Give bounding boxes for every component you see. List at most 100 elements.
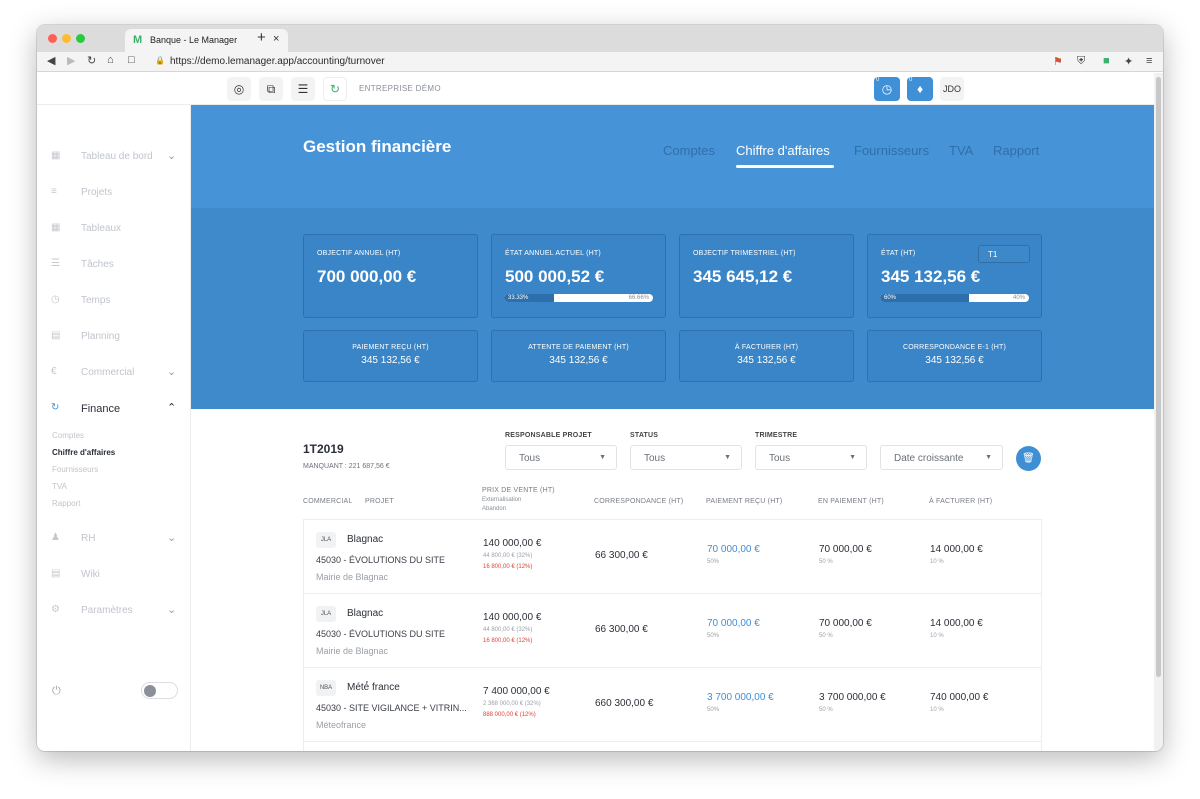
sidebar-item-planning[interactable]: ▤ Planning [51, 329, 181, 345]
caret-down-icon: ▼ [849, 454, 856, 461]
lock-icon: 🔒 [155, 56, 165, 65]
paid-value[interactable]: 70 000,00 € [707, 544, 760, 555]
sidebar-item-label: Wiki [81, 569, 100, 580]
home-icon[interactable]: ⌂ [107, 54, 114, 66]
caret-down-icon: ▼ [985, 454, 992, 461]
tab-tva[interactable]: TVA [949, 143, 973, 158]
tab-chiffre-affaires[interactable]: Chiffre d'affaires [736, 143, 830, 158]
table-row[interactable]: NBA Mété́ france 45030 - SITE VIGILANCE … [304, 668, 1041, 742]
paid-value[interactable]: 70 000,00 € [707, 618, 760, 629]
quarter-select[interactable]: T1 [978, 245, 1030, 263]
sort-select[interactable]: Date croissante ▼ [880, 445, 1003, 470]
sidebar-item-label: Temps [81, 295, 111, 306]
sidebar-item-rh[interactable]: ♟ RH ⌄ [51, 531, 181, 547]
chevron-up-icon: ⌃ [167, 402, 177, 414]
card-correspondance: CORRESPONDANCE E-1 (HT) 345 132,56 € [867, 330, 1042, 382]
sidebar-item-projets[interactable]: ≡ Projets [51, 185, 181, 201]
chevron-down-icon: ⌄ [167, 150, 177, 162]
back-icon[interactable]: ◀ [47, 54, 55, 67]
sidebar-sub-chiffre-affaires[interactable]: Chiffre d'affaires [52, 448, 115, 457]
col-header-paiement-recu: PAIEMENT REÇU (HT) [706, 498, 783, 505]
col-header-en-paiement: EN PAIEMENT (HT) [818, 498, 884, 505]
paid-value[interactable]: 3 700 000,00 € [707, 692, 774, 703]
trimestre-select[interactable]: Tous ▼ [755, 445, 867, 470]
company-logo-icon[interactable]: ↻ [323, 77, 347, 101]
notifications-button[interactable]: 0 ♦ [907, 77, 933, 101]
card-label: ÉTAT (HT) [881, 250, 916, 257]
tab-comptes[interactable]: Comptes [663, 143, 715, 158]
new-tab-button[interactable]: + [257, 29, 266, 46]
copy-icon[interactable]: ⧉ [259, 77, 283, 101]
en-paiement-value: 3 700 000,00 € [819, 692, 886, 703]
delete-filters-button[interactable]: 🗑 [1016, 446, 1041, 471]
card-objectif-trimestriel: OBJECTIF TRIMESTRIEL (HT) 345 645,12 € [679, 234, 854, 318]
client-name: Blagnac [347, 534, 384, 545]
filter-label-status: STATUS [630, 432, 659, 439]
sidebar-item-label: RH [81, 533, 96, 544]
dark-mode-toggle[interactable] [141, 682, 178, 699]
tab-rapport[interactable]: Rapport [993, 143, 1039, 158]
bookmark-icon[interactable]: □ [128, 54, 135, 66]
en-paiement-pct: 50 % [819, 559, 833, 565]
power-icon[interactable]: ⏻ [52, 685, 61, 698]
abandon-value: 16 800,00 € (12%) [483, 564, 533, 570]
tab-fournisseurs[interactable]: Fournisseurs [854, 143, 929, 158]
active-tab-indicator [736, 165, 834, 168]
externalisation-value: 44 800,00 € (32%) [483, 627, 533, 633]
company-name: ENTREPRISE DÉMO [359, 84, 441, 93]
maximize-window-button[interactable] [76, 34, 85, 43]
sidebar-item-wiki[interactable]: ▤ Wiki [51, 567, 181, 583]
sidebar-item-dashboard[interactable]: ▦ Tableau de bord ⌄ [51, 149, 181, 165]
tab-strip: M Banque - Le Manager × + [37, 25, 1163, 52]
sidebar-item-finance[interactable]: ↻ Finance ⌃ [51, 401, 181, 417]
project-name[interactable]: 45030 - ÉVOLUTIONS DU SITE [316, 555, 445, 565]
close-window-button[interactable] [48, 34, 57, 43]
responsable-select[interactable]: Tous ▼ [505, 445, 617, 470]
card-value: 700 000,00 € [317, 267, 417, 286]
extension-icon[interactable]: ⚑ [1053, 55, 1063, 68]
sidebar-sub-comptes[interactable]: Comptes [52, 431, 84, 440]
sidebar-sub-tva[interactable]: TVA [52, 482, 67, 491]
table-row[interactable]: JLA Blagnac 45030 - ÉVOLUTIONS DU SITE M… [304, 520, 1041, 594]
project-name[interactable]: 45030 - SITE VIGILANCE + VITRIN... [316, 703, 467, 713]
stats-panel: OBJECTIF ANNUEL (HT) 700 000,00 € ÉTAT A… [191, 208, 1154, 409]
page-scrollbar[interactable] [1154, 73, 1163, 751]
progress-right-label: 66.66% [628, 295, 649, 301]
sidebar-item-tableaux[interactable]: ▦ Tableaux [51, 221, 181, 237]
list-icon[interactable]: ☰ [291, 77, 315, 101]
tab-close-icon[interactable]: × [273, 33, 279, 45]
select-value: Tous [769, 453, 791, 464]
sidebar-item-taches[interactable]: ☰ Tâches [51, 257, 181, 273]
a-facturer-pct: 10 % [930, 707, 944, 713]
puzzle-icon[interactable]: ✦ [1124, 55, 1133, 68]
sidebar-sub-rapport[interactable]: Rapport [52, 499, 80, 508]
a-facturer-value: 14 000,00 € [930, 618, 983, 629]
status-select[interactable]: Tous ▼ [630, 445, 742, 470]
scrollbar-thumb[interactable] [1156, 77, 1161, 677]
moon-icon [144, 685, 156, 697]
minimize-window-button[interactable] [62, 34, 71, 43]
support-icon[interactable]: ◎ [227, 77, 251, 101]
user-avatar[interactable]: JDO [940, 77, 964, 101]
clock-button[interactable]: 0 ◷ [874, 77, 900, 101]
abandon-value: 16 800,00 € (12%) [483, 638, 533, 644]
table-row[interactable]: JLA Blagnac 45030 - ÉVOLUTIONS DU SITE M… [304, 594, 1041, 668]
brave-shield-icon[interactable]: ⛨ [1077, 55, 1085, 68]
project-name[interactable]: 45030 - ÉVOLUTIONS DU SITE [316, 629, 445, 639]
url-field[interactable]: https://demo.lemanager.app/accounting/tu… [170, 56, 385, 67]
reload-icon[interactable]: ↻ [87, 54, 96, 67]
sidebar-item-temps[interactable]: ◷ Temps [51, 293, 181, 309]
euro-icon: € [51, 366, 57, 377]
menu-icon[interactable]: ≡ [1146, 55, 1152, 67]
sidebar-item-parametres[interactable]: ⚙ Paramètres ⌄ [51, 603, 181, 619]
a-facturer-value: 14 000,00 € [930, 544, 983, 555]
sidebar-item-label: Finance [81, 403, 121, 415]
sidebar-sub-fournisseurs[interactable]: Fournisseurs [52, 465, 98, 474]
forward-icon[interactable]: ▶ [67, 54, 75, 67]
tasks-icon: ☰ [51, 258, 60, 269]
sidebar-item-commercial[interactable]: € Commercial ⌄ [51, 365, 181, 381]
extension-green-icon[interactable]: ■ [1103, 55, 1110, 67]
organization: Mairie de Blagnac [316, 646, 389, 656]
sale-price: 7 400 000,00 € [483, 686, 550, 697]
card-label: CORRESPONDANCE E-1 (HT) [903, 344, 1006, 351]
